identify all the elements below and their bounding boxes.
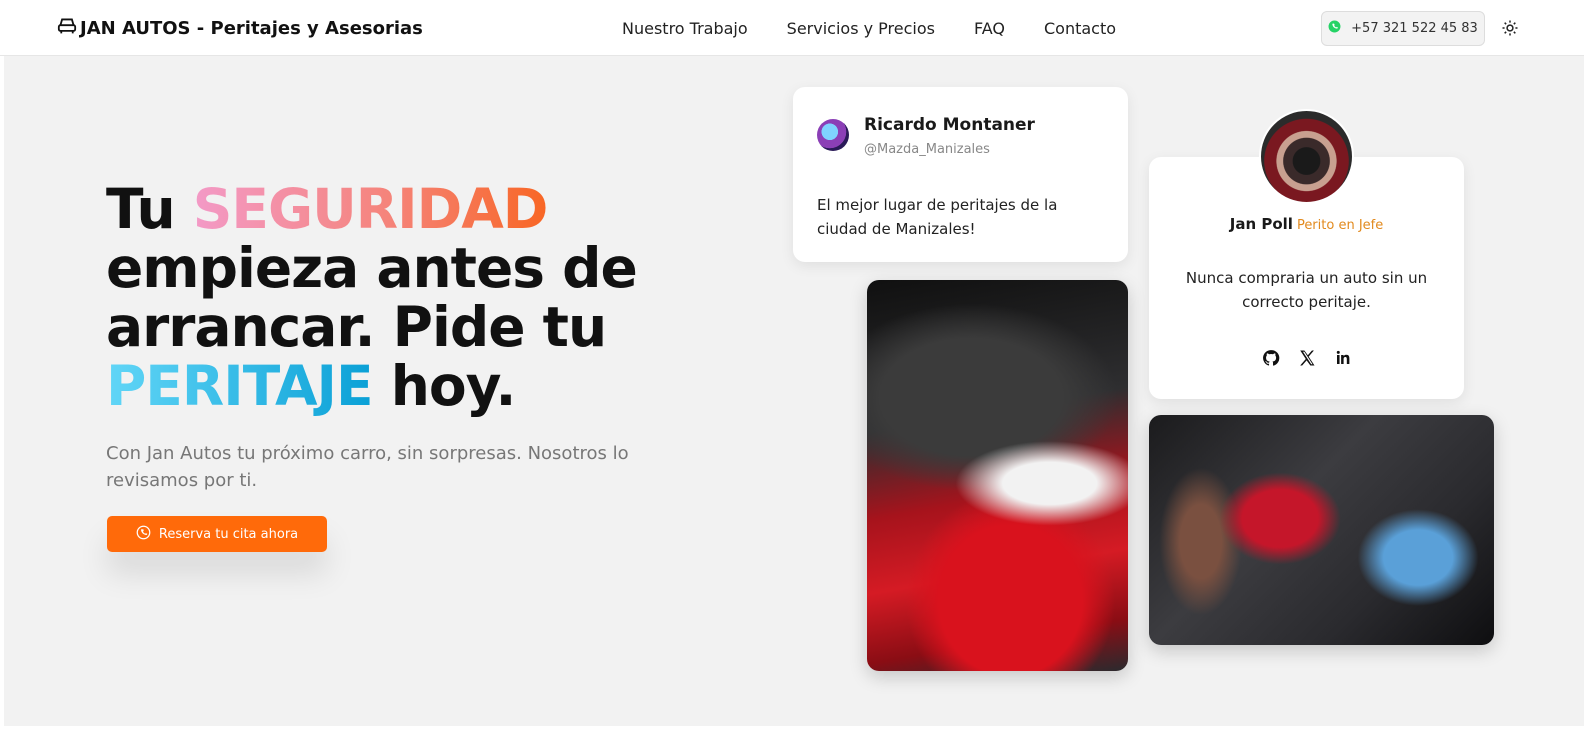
brand-logo[interactable]: JAN AUTOS - Peritajes y Asesorias xyxy=(57,17,423,40)
nav-link-contacto[interactable]: Contacto xyxy=(1044,19,1116,38)
profile-name-line: Jan Poll Perito en Jefe xyxy=(1149,215,1464,233)
profile-name: Jan Poll xyxy=(1229,215,1293,233)
nav-link-faq[interactable]: FAQ xyxy=(974,19,1005,38)
headline-highlight-peritaje: PERITAJE xyxy=(106,354,374,418)
linkedin-icon[interactable] xyxy=(1334,349,1352,372)
navbar: JAN AUTOS - Peritajes y Asesorias Nuestr… xyxy=(0,0,1584,56)
whatsapp-icon xyxy=(136,525,151,544)
book-appointment-button[interactable]: Reserva tu cita ahora xyxy=(107,516,327,552)
diagnostic-photo xyxy=(1149,415,1494,645)
headline-text: hoy. xyxy=(372,354,517,418)
profile-role: Perito en Jefe xyxy=(1296,218,1384,233)
review-card: Ricardo Montaner @Mazda_Manizales El mej… xyxy=(793,87,1128,262)
headline-highlight-seguridad: SEGURIDAD xyxy=(192,177,549,241)
review-text: El mejor lugar de peritajes de la ciudad… xyxy=(817,196,1058,238)
phone-number: +57 321 522 45 83 xyxy=(1351,21,1478,36)
reviewer-name: Ricardo Montaner xyxy=(864,115,1035,135)
social-links xyxy=(1149,349,1464,372)
avatar xyxy=(1259,109,1354,204)
nav-link-servicios[interactable]: Servicios y Precios xyxy=(787,19,935,38)
sun-icon[interactable] xyxy=(1500,18,1520,38)
nav-link-nuestro-trabajo[interactable]: Nuestro Trabajo xyxy=(622,19,748,38)
profile-card: Jan Poll Perito en Jefe Nunca compraria u… xyxy=(1149,109,1464,399)
whatsapp-icon xyxy=(1328,20,1341,37)
reviewer-handle: @Mazda_Manizales xyxy=(864,142,990,157)
github-icon[interactable] xyxy=(1262,349,1280,372)
brand-name: JAN AUTOS - Peritajes y Asesorias xyxy=(80,18,423,39)
avatar xyxy=(817,119,849,151)
x-icon[interactable] xyxy=(1298,349,1316,372)
hero-headline: Tu SEGURIDAD empieza antes de arrancar. … xyxy=(106,180,666,416)
engine-photo xyxy=(867,280,1128,671)
profile-quote: Nunca compraria un auto sin un correcto … xyxy=(1185,269,1428,311)
headline-text: empieza antes de arrancar. Pide tu xyxy=(106,236,638,359)
headline-text: Tu xyxy=(106,177,193,241)
cta-label: Reserva tu cita ahora xyxy=(158,526,299,542)
hero-subtitle: Con Jan Autos tu próximo carro, sin sorp… xyxy=(106,443,629,491)
main-menu: Nuestro Trabajo Servicios y Precios FAQ … xyxy=(622,19,1116,38)
car-icon xyxy=(57,17,77,40)
phone-button[interactable]: +57 321 522 45 83 xyxy=(1321,11,1485,46)
